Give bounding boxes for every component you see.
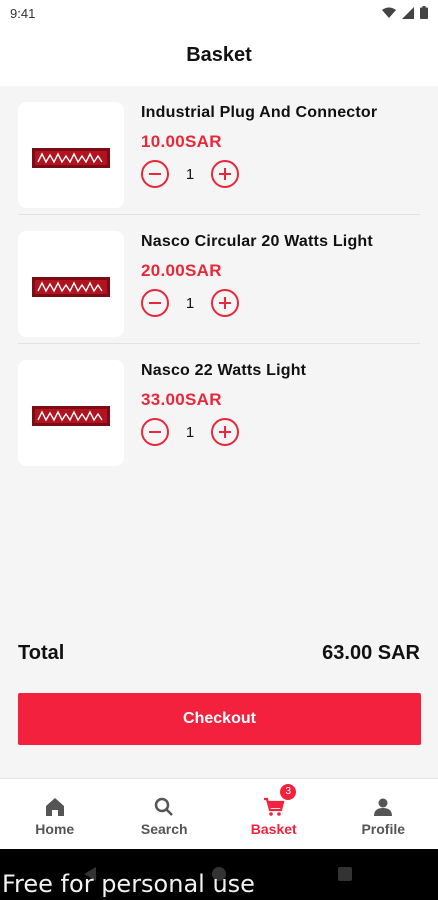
nav-label-search: Search (140, 821, 188, 837)
total-row: Total 63.00 SAR (18, 642, 420, 670)
product-logo-image (32, 406, 110, 426)
item-price: 10.00SAR (141, 132, 222, 151)
plus-icon-vertical (223, 297, 227, 309)
recent-apps-icon[interactable] (338, 867, 352, 881)
cart-list: Industrial Plug And Connector 10.00SAR 1… (0, 86, 438, 473)
product-thumbnail[interactable] (18, 231, 124, 337)
item-name: Nasco 22 Watts Light (141, 362, 307, 379)
nav-label-basket: Basket (250, 821, 297, 837)
cart-item: Industrial Plug And Connector 10.00SAR 1 (0, 86, 438, 215)
nav-item-search[interactable]: Search (110, 779, 220, 849)
increase-quantity-button[interactable] (211, 418, 239, 446)
quantity-value: 1 (185, 294, 195, 312)
nav-item-profile[interactable]: Profile (329, 779, 438, 849)
decrease-quantity-button[interactable] (141, 289, 169, 317)
increase-quantity-button[interactable] (211, 289, 239, 317)
decrease-quantity-button[interactable] (141, 418, 169, 446)
total-value: 63.00 SAR (322, 642, 420, 664)
product-thumbnail[interactable] (18, 360, 124, 466)
quantity-stepper: 1 (141, 418, 239, 446)
minus-icon (149, 172, 161, 176)
decrease-quantity-button[interactable] (141, 160, 169, 188)
plus-icon-vertical (223, 426, 227, 438)
cart-count-badge: 3 (280, 784, 297, 800)
item-price: 20.00SAR (141, 261, 222, 280)
minus-icon (149, 301, 161, 305)
wifi-icon (382, 7, 396, 18)
cart-item: Nasco 22 Watts Light 33.00SAR 1 (0, 344, 438, 473)
quantity-value: 1 (185, 423, 195, 441)
bottom-nav: Home Search 3 Basket Profile (0, 778, 438, 849)
status-bar: 9:41 (0, 0, 438, 28)
minus-icon (149, 430, 161, 434)
status-icons (382, 6, 428, 19)
page-title: Basket (186, 44, 252, 66)
item-name: Nasco Circular 20 Watts Light (141, 233, 373, 250)
quantity-stepper: 1 (141, 289, 239, 317)
item-name: Industrial Plug And Connector (141, 104, 378, 121)
checkout-button[interactable]: Checkout (18, 693, 421, 745)
signal-icon (402, 6, 414, 19)
product-logo-image (32, 277, 110, 297)
nav-item-home[interactable]: Home (0, 779, 110, 849)
product-thumbnail[interactable] (18, 102, 124, 208)
battery-icon (420, 6, 428, 19)
status-time: 9:41 (10, 6, 36, 21)
total-label: Total (18, 642, 65, 664)
cart-item: Nasco Circular 20 Watts Light 20.00SAR 1 (0, 215, 438, 344)
quantity-stepper: 1 (141, 160, 239, 188)
nav-item-basket[interactable]: 3 Basket (219, 779, 329, 849)
search-icon (155, 797, 174, 816)
home-icon (45, 798, 64, 816)
item-price: 33.00SAR (141, 390, 222, 409)
watermark: Free for personal use (2, 870, 255, 898)
profile-icon (374, 798, 393, 816)
product-logo-image (32, 148, 110, 168)
nav-label-home: Home (35, 821, 75, 837)
quantity-value: 1 (185, 165, 195, 183)
cart-icon (263, 797, 285, 816)
increase-quantity-button[interactable] (211, 160, 239, 188)
app-header: Basket (0, 28, 438, 86)
plus-icon-vertical (223, 168, 227, 180)
nav-label-profile: Profile (361, 821, 406, 837)
